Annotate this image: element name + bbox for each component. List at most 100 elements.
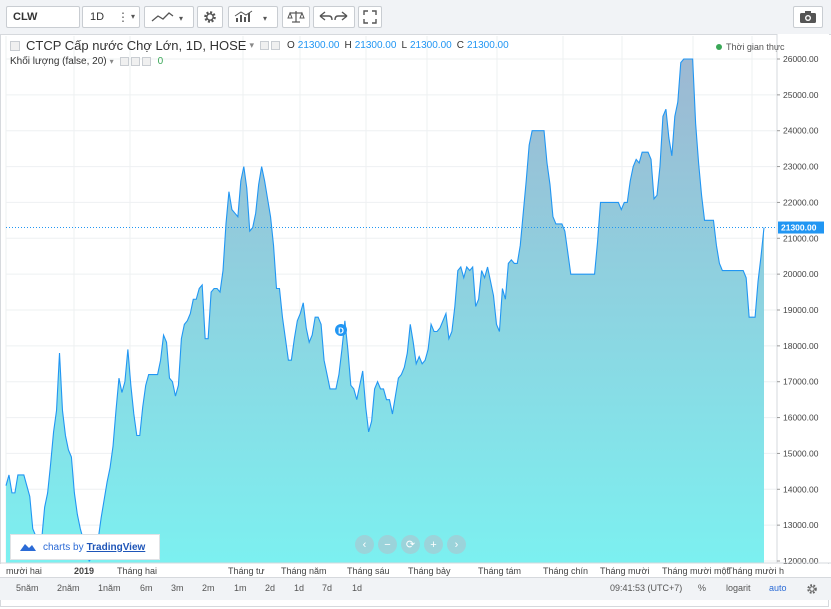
- fullscreen-icon: [363, 10, 377, 24]
- time-axis-label: 2019: [74, 566, 95, 576]
- legend-caret-icon[interactable]: ▾: [249, 40, 254, 51]
- reset-chart-button[interactable]: ⟳: [401, 535, 420, 554]
- high-label: H: [344, 40, 352, 51]
- indicators-button[interactable]: ▾: [228, 6, 278, 28]
- price-tick-label: 20000.00: [783, 269, 819, 279]
- price-tick-label: 21000.00: [783, 233, 819, 243]
- scroll-right-button[interactable]: ›: [447, 535, 466, 554]
- time-axis-label: Tháng tư: [228, 566, 265, 576]
- gear-icon[interactable]: [806, 583, 818, 595]
- redo-icon[interactable]: [334, 11, 348, 21]
- range-2y-button[interactable]: 2năm: [57, 583, 80, 593]
- open-label: O: [286, 40, 295, 51]
- collapse-legend-button[interactable]: [10, 40, 20, 51]
- svg-text:▾: ▾: [263, 14, 267, 23]
- undo-redo-group: [313, 6, 355, 28]
- realtime-label: Thời gian thực: [726, 42, 785, 52]
- interval-label: 1D: [90, 11, 105, 23]
- time-axis-label: Tháng mười: [600, 566, 650, 576]
- time-axis-label: Tháng năm: [281, 566, 327, 576]
- range-2m-button[interactable]: 2m: [202, 583, 215, 593]
- close-value: 21300.00: [466, 40, 509, 51]
- legend-hide-button[interactable]: [270, 41, 280, 50]
- range-1m-button[interactable]: 1m: [234, 583, 247, 593]
- volume-settings-button[interactable]: [119, 57, 129, 66]
- price-tick-label: 25000.00: [783, 90, 819, 100]
- last-price-tag-label: 21300.00: [781, 223, 817, 233]
- volume-caret-icon[interactable]: ▾: [110, 57, 114, 66]
- svg-text:▾: ▾: [179, 14, 183, 23]
- range-5y-button[interactable]: 5năm: [16, 583, 39, 593]
- legend-settings-button[interactable]: [259, 41, 269, 50]
- realtime-indicator: Thời gian thực: [716, 42, 784, 52]
- top-toolbar: CLW 1D ⋮ ▾ ▾ ▾: [0, 0, 831, 35]
- volume-value: 0: [157, 56, 164, 67]
- watermark-prefix: charts by: [43, 541, 84, 553]
- timezone-clock[interactable]: 09:41:53 (UTC+7): [610, 583, 682, 593]
- volume-legend: Khối lượng (false, 20) ▾ 0: [10, 56, 163, 67]
- settings-button[interactable]: [197, 6, 223, 28]
- time-axis-label: Tháng chín: [543, 566, 589, 576]
- price-tick-label: 15000.00: [783, 448, 819, 458]
- indicators-icon: ▾: [234, 10, 267, 23]
- auto-scale-toggle[interactable]: auto: [769, 583, 787, 593]
- dividend-marker-label: D: [338, 327, 344, 336]
- range-1d-intraday-button[interactable]: 1d: [352, 583, 362, 593]
- zoom-out-button[interactable]: −: [378, 535, 397, 554]
- chevron-down-icon[interactable]: ▾: [131, 12, 135, 21]
- time-axis-label: Tháng mười một: [662, 566, 729, 576]
- time-axis-label: Tháng sáu: [347, 566, 390, 576]
- price-tick-label: 26000.00: [783, 54, 819, 64]
- percent-scale-toggle[interactable]: %: [698, 583, 706, 593]
- time-axis-label: Tháng mười h: [727, 566, 784, 576]
- time-axis-label: Tháng hai: [117, 566, 158, 576]
- volume-remove-button[interactable]: [141, 57, 151, 66]
- scale-icon: [287, 11, 305, 23]
- scroll-left-button[interactable]: ‹: [355, 535, 374, 554]
- tradingview-watermark[interactable]: charts by TradingView: [10, 534, 160, 560]
- price-tick-label: 22000.00: [783, 197, 819, 207]
- compare-button[interactable]: [282, 6, 310, 28]
- symbol-search-input[interactable]: CLW: [6, 6, 80, 28]
- interval-select[interactable]: 1D ⋮ ▾: [82, 6, 140, 28]
- undo-icon[interactable]: [319, 11, 333, 21]
- line-chart-icon: ▾: [151, 12, 183, 23]
- range-1y-button[interactable]: 1năm: [98, 583, 121, 593]
- chart-style-button[interactable]: ▾: [144, 6, 194, 28]
- price-tick-label: 23000.00: [783, 162, 819, 172]
- watermark-brand[interactable]: TradingView: [87, 542, 146, 553]
- series-legend: CTCP Cấp nước Chợ Lớn, 1D, HOSE ▾ O 2130…: [10, 38, 509, 53]
- price-chart[interactable]: D12000.0013000.0014000.0015000.0016000.0…: [0, 34, 831, 577]
- close-label: C: [456, 40, 464, 51]
- chart-nav-controls: ‹ − ⟳ + ›: [355, 535, 466, 554]
- price-tick-label: 13000.00: [783, 520, 819, 530]
- fullscreen-button[interactable]: [358, 6, 382, 28]
- log-scale-toggle[interactable]: logarit: [726, 583, 751, 593]
- range-7d-button[interactable]: 7d: [322, 583, 332, 593]
- gear-icon: [204, 11, 216, 23]
- snapshot-button[interactable]: [793, 6, 823, 28]
- price-tick-label: 14000.00: [783, 484, 819, 494]
- low-label: L: [401, 40, 407, 51]
- high-value: 21300.00: [354, 40, 397, 51]
- time-axis-label: Tháng tám: [478, 566, 522, 576]
- more-dots-icon[interactable]: ⋮: [117, 10, 129, 24]
- range-3m-button[interactable]: 3m: [171, 583, 184, 593]
- price-tick-label: 24000.00: [783, 126, 819, 136]
- time-axis-label: mười hai: [6, 566, 42, 576]
- price-tick-label: 17000.00: [783, 377, 819, 387]
- bottom-toolbar: 5năm 2năm 1năm 6m 3m 2m 1m 2d 1d 7d 1d 0…: [0, 577, 831, 600]
- price-tick-label: 19000.00: [783, 305, 819, 315]
- low-value: 21300.00: [410, 40, 452, 51]
- series-title: CTCP Cấp nước Chợ Lớn, 1D, HOSE: [26, 38, 247, 53]
- range-1d-button[interactable]: 1d: [294, 583, 304, 593]
- camera-icon: [800, 11, 816, 23]
- undo-redo-icons: [319, 11, 348, 21]
- time-axis-label: Tháng bảy: [408, 566, 451, 576]
- zoom-in-button[interactable]: +: [424, 535, 443, 554]
- price-tick-label: 18000.00: [783, 341, 819, 351]
- price-tick-label: 16000.00: [783, 413, 819, 423]
- range-6m-button[interactable]: 6m: [140, 583, 153, 593]
- volume-hide-button[interactable]: [130, 57, 140, 66]
- range-2d-button[interactable]: 2d: [265, 583, 275, 593]
